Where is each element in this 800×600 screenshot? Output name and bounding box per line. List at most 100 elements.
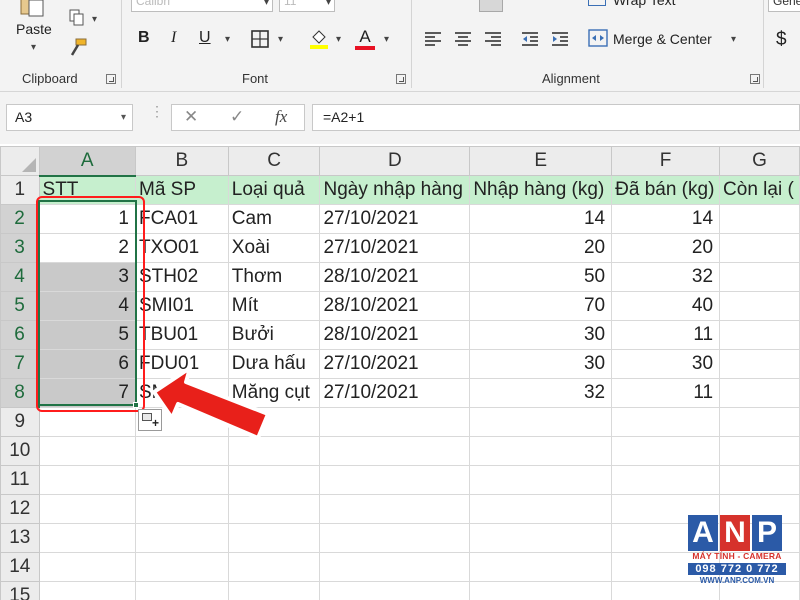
increase-indent-icon[interactable] bbox=[551, 30, 569, 48]
cell[interactable]: 7 bbox=[38, 378, 137, 408]
cell[interactable] bbox=[135, 465, 229, 495]
cell[interactable] bbox=[469, 465, 613, 495]
row-header[interactable]: 2 bbox=[0, 204, 41, 234]
cell[interactable]: 14 bbox=[469, 204, 613, 234]
cell[interactable]: Ngày nhập hàng bbox=[319, 175, 471, 205]
cell[interactable] bbox=[135, 436, 229, 466]
cell[interactable] bbox=[38, 494, 137, 524]
cell[interactable] bbox=[319, 436, 471, 466]
cell[interactable]: SMA bbox=[135, 378, 229, 408]
cell[interactable] bbox=[469, 552, 613, 582]
cell[interactable] bbox=[611, 465, 721, 495]
cell[interactable]: STT bbox=[38, 175, 137, 205]
cell[interactable]: Cam bbox=[227, 204, 321, 234]
cell[interactable]: Loại quả bbox=[227, 175, 321, 205]
row-header[interactable]: 3 bbox=[0, 233, 41, 263]
fill-handle[interactable] bbox=[133, 402, 139, 408]
cell[interactable] bbox=[611, 436, 721, 466]
font-name-select[interactable]: Calibri ▾ bbox=[131, 0, 273, 12]
cell[interactable] bbox=[227, 581, 321, 600]
cell[interactable] bbox=[135, 552, 229, 582]
merge-center-button[interactable]: Merge & Center bbox=[613, 31, 712, 47]
row-header[interactable]: 9 bbox=[0, 407, 40, 437]
auto-fill-options-button[interactable]: + bbox=[138, 409, 162, 431]
cell[interactable]: 1 bbox=[38, 204, 137, 234]
cell[interactable]: 6 bbox=[38, 349, 137, 379]
cell[interactable]: 27/10/2021 bbox=[319, 378, 471, 408]
row-header[interactable]: 6 bbox=[0, 320, 41, 350]
cell[interactable]: 50 bbox=[469, 262, 613, 292]
cell[interactable]: 20 bbox=[469, 233, 613, 263]
copy-icon[interactable] bbox=[68, 9, 86, 27]
cell[interactable]: 27/10/2021 bbox=[319, 233, 471, 263]
cell[interactable]: 32 bbox=[469, 378, 613, 408]
cell[interactable] bbox=[719, 349, 800, 379]
cell[interactable]: Mít bbox=[227, 291, 321, 321]
cell[interactable] bbox=[719, 233, 800, 263]
decrease-indent-icon[interactable] bbox=[521, 30, 539, 48]
cell[interactable]: FDU01 bbox=[135, 349, 229, 379]
copy-dropdown-icon[interactable]: ▾ bbox=[92, 14, 97, 25]
cell[interactable] bbox=[38, 581, 137, 600]
cell[interactable]: TXO01 bbox=[135, 233, 229, 263]
cell[interactable]: Bưởi bbox=[227, 320, 321, 350]
fill-color-icon[interactable] bbox=[308, 27, 330, 51]
row-header[interactable]: 11 bbox=[0, 465, 40, 495]
cell[interactable] bbox=[719, 378, 800, 408]
column-header[interactable]: E bbox=[469, 146, 613, 176]
cell[interactable]: 2 bbox=[38, 233, 137, 263]
cell[interactable]: 27/10/2021 bbox=[319, 204, 471, 234]
column-header[interactable]: F bbox=[611, 146, 721, 176]
column-header[interactable]: D bbox=[319, 146, 471, 176]
column-header[interactable]: C bbox=[227, 146, 321, 176]
cell[interactable] bbox=[227, 523, 321, 553]
cell[interactable] bbox=[38, 436, 137, 466]
wrap-text-button[interactable]: Wrap Text bbox=[613, 0, 676, 8]
cell[interactable]: 70 bbox=[469, 291, 613, 321]
cell[interactable]: STH02 bbox=[135, 262, 229, 292]
cell[interactable] bbox=[469, 407, 613, 437]
cell[interactable]: 40 bbox=[611, 291, 721, 321]
font-color-button[interactable]: A bbox=[355, 27, 375, 51]
insert-function-icon[interactable]: fx bbox=[275, 107, 287, 127]
column-header[interactable]: G bbox=[719, 146, 800, 176]
underline-button[interactable]: U bbox=[199, 29, 211, 47]
cell[interactable]: 28/10/2021 bbox=[319, 320, 471, 350]
select-all-corner[interactable] bbox=[0, 146, 40, 176]
row-header[interactable]: 15 bbox=[0, 581, 40, 600]
cell[interactable]: 4 bbox=[38, 291, 137, 321]
cell[interactable] bbox=[719, 436, 800, 466]
merge-center-icon[interactable] bbox=[588, 29, 608, 47]
borders-icon[interactable] bbox=[250, 29, 270, 49]
cell[interactable] bbox=[135, 581, 229, 600]
cell[interactable]: 20 bbox=[611, 233, 721, 263]
bold-button[interactable]: B bbox=[138, 29, 150, 47]
align-top-icon[interactable] bbox=[479, 0, 503, 12]
wrap-text-icon[interactable] bbox=[588, 0, 606, 6]
font-color-dropdown-icon[interactable]: ▾ bbox=[384, 34, 389, 45]
cell[interactable]: 30 bbox=[469, 349, 613, 379]
column-header[interactable]: A bbox=[38, 146, 137, 177]
cell[interactable]: Thơm bbox=[227, 262, 321, 292]
cell[interactable] bbox=[227, 465, 321, 495]
cell[interactable]: 11 bbox=[611, 378, 721, 408]
paste-dropdown-icon[interactable]: ▾ bbox=[31, 42, 36, 53]
cell[interactable] bbox=[319, 523, 471, 553]
cell[interactable] bbox=[319, 407, 471, 437]
cancel-icon[interactable]: ✕ bbox=[184, 107, 198, 127]
cell[interactable] bbox=[319, 465, 471, 495]
align-right-icon[interactable] bbox=[484, 30, 502, 48]
cell[interactable] bbox=[319, 494, 471, 524]
cell[interactable] bbox=[135, 523, 229, 553]
row-header[interactable]: 7 bbox=[0, 349, 41, 379]
cell[interactable]: 28/10/2021 bbox=[319, 291, 471, 321]
row-header[interactable]: 13 bbox=[0, 523, 40, 553]
cell[interactable]: 30 bbox=[611, 349, 721, 379]
cell[interactable]: 27/10/2021 bbox=[319, 349, 471, 379]
cell[interactable]: Còn lại ( bbox=[719, 175, 800, 205]
cell[interactable]: Dưa hấu bbox=[227, 349, 321, 379]
row-header[interactable]: 4 bbox=[0, 262, 41, 292]
borders-dropdown-icon[interactable]: ▾ bbox=[278, 34, 283, 45]
cell[interactable]: FCA01 bbox=[135, 204, 229, 234]
enter-icon[interactable]: ✓ bbox=[230, 107, 244, 127]
